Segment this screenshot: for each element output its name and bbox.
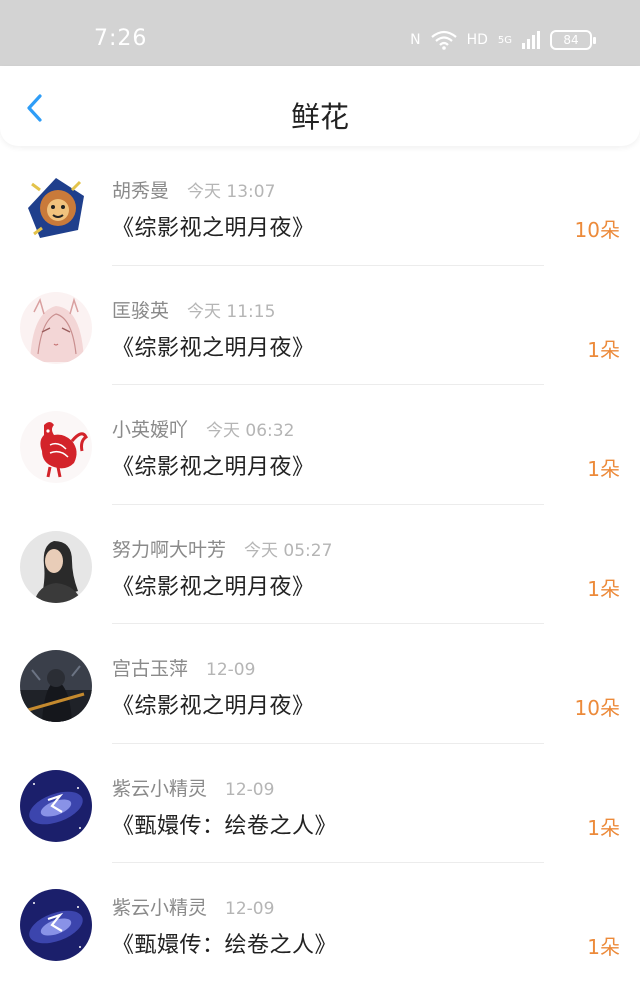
status-time: 7:26 [94, 26, 148, 51]
flower-count: 1朵 [587, 337, 620, 362]
anime-girl-avatar[interactable] [20, 291, 92, 364]
wifi-icon [430, 30, 457, 50]
galaxy-avatar[interactable] [20, 769, 92, 842]
timestamp: 12-09 [225, 899, 275, 919]
nfc-icon: N [410, 32, 421, 48]
flower-record-list: 胡秀曼 今天 13:07 《综影视之明月夜》 10朵 匡骏英 今天 11:15 … [0, 146, 640, 983]
battery-icon: 84 [550, 30, 596, 50]
flower-count: 1朵 [587, 457, 620, 481]
status-icons: N HD 5G 84 [410, 28, 596, 52]
book-title[interactable]: 《甄嬛传：绘卷之人》 [112, 927, 337, 959]
flower-count: 1朵 [587, 935, 620, 959]
timestamp: 今天 06:32 [206, 421, 295, 441]
flower-count: 10朵 [574, 696, 620, 720]
user-name: 紫云小精灵 [112, 777, 208, 800]
dark-warrior-avatar[interactable] [20, 650, 92, 722]
battery-level: 84 [563, 33, 579, 47]
timestamp: 今天 11:15 [187, 301, 276, 322]
nav-bar: 鲜花 [0, 66, 640, 146]
list-item[interactable]: 紫云小精灵 12-09 《甄嬛传：绘卷之人》 1朵 [0, 744, 640, 863]
timestamp: 12-09 [206, 660, 256, 680]
user-name: 小英嫒吖 [112, 419, 189, 441]
timestamp: 今天 13:07 [187, 182, 276, 202]
user-name: 匡骏英 [112, 299, 170, 322]
page-title: 鲜花 [290, 100, 349, 134]
book-title[interactable]: 《综影视之明月夜》 [112, 330, 315, 362]
flower-count: 1朵 [587, 815, 620, 840]
network-type: 5G [497, 34, 512, 46]
list-item[interactable]: 胡秀曼 今天 13:07 《综影视之明月夜》 10朵 [0, 146, 640, 266]
book-title[interactable]: 《综影视之明月夜》 [112, 688, 315, 720]
user-name: 胡秀曼 [112, 180, 170, 202]
user-name: 宫古玉萍 [112, 658, 189, 680]
woman-photo-avatar[interactable] [20, 530, 92, 603]
user-name: 努力啊大叶芳 [112, 538, 227, 561]
rooster-avatar[interactable] [20, 411, 92, 483]
list-item[interactable]: 宫古玉萍 12-09 《综影视之明月夜》 10朵 [0, 624, 640, 744]
book-title[interactable]: 《甄嬛传：绘卷之人》 [112, 808, 337, 840]
book-title[interactable]: 《综影视之明月夜》 [112, 210, 315, 242]
list-item[interactable]: 小英嫒吖 今天 06:32 《综影视之明月夜》 1朵 [0, 385, 640, 505]
flower-count: 10朵 [574, 218, 620, 242]
user-name: 紫云小精灵 [112, 897, 208, 919]
flower-count: 1朵 [587, 576, 620, 601]
book-title[interactable]: 《综影视之明月夜》 [112, 569, 315, 601]
list-item[interactable]: 努力啊大叶芳 今天 05:27 《综影视之明月夜》 1朵 [0, 505, 640, 624]
status-bar: 7:26 N HD 5G 84 [0, 0, 640, 66]
signal-icon [522, 31, 540, 49]
list-item[interactable]: 匡骏英 今天 11:15 《综影视之明月夜》 1朵 [0, 266, 640, 385]
hd-icon: HD [466, 32, 488, 48]
book-title[interactable]: 《综影视之明月夜》 [112, 449, 315, 481]
timestamp: 12-09 [225, 779, 275, 800]
galaxy-avatar[interactable] [20, 889, 92, 961]
lion-avatar[interactable] [20, 172, 92, 244]
timestamp: 今天 05:27 [244, 540, 333, 561]
